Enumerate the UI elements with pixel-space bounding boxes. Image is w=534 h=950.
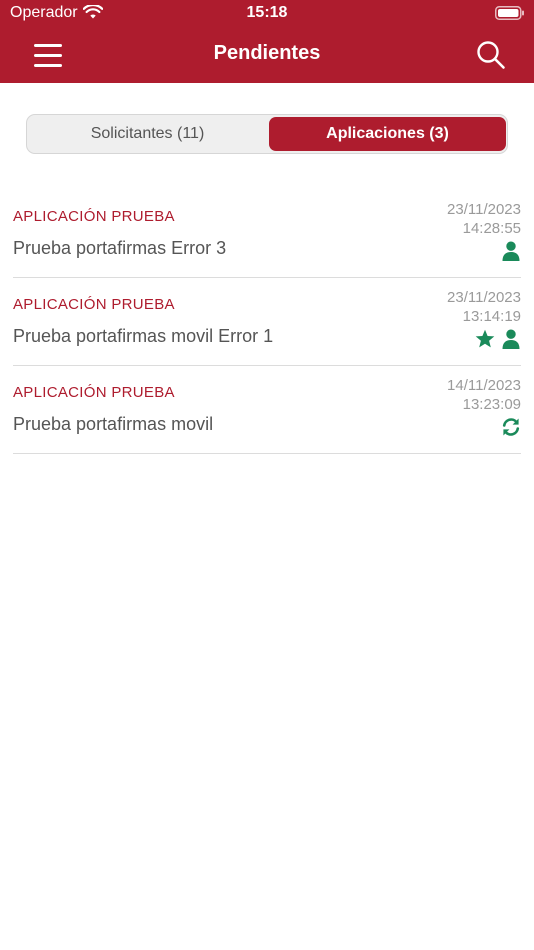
person-icon [502, 329, 520, 349]
battery-icon [495, 6, 524, 20]
request-status-icons [501, 416, 521, 438]
request-subject: Prueba portafirmas Error 3 [13, 238, 227, 258]
header: Operador 15:18 Pendientes [0, 0, 534, 83]
list-item[interactable]: APLICACIÓN PRUEBA Prueba portafirmas Err… [13, 190, 521, 278]
tab-aplicaciones[interactable]: Aplicaciones (3) [269, 117, 506, 151]
request-datetime: 23/11/2023 14:28:55 [447, 200, 521, 238]
list-item[interactable]: APLICACIÓN PRUEBA Prueba portafirmas mov… [13, 278, 521, 366]
clock: 15:18 [246, 4, 288, 21]
tab-solicitantes[interactable]: Solicitantes (11) [29, 117, 266, 151]
request-status-icons [501, 240, 521, 262]
nav-bar: Pendientes [0, 28, 534, 83]
application-name: APLICACIÓN PRUEBA [13, 208, 175, 225]
request-subject: Prueba portafirmas movil Error 1 [13, 326, 274, 346]
request-time: 13:23:09 [462, 396, 521, 413]
page-title: Pendientes [213, 42, 321, 64]
request-date: 14/11/2023 [447, 377, 521, 394]
request-datetime: 23/11/2023 13:14:19 [447, 288, 521, 326]
application-name: APLICACIÓN PRUEBA [13, 296, 175, 313]
star-icon [475, 329, 495, 348]
application-name: APLICACIÓN PRUEBA [13, 384, 175, 401]
list-item[interactable]: APLICACIÓN PRUEBA Prueba portafirmas mov… [13, 366, 521, 454]
request-datetime: 14/11/2023 13:23:09 [447, 376, 521, 414]
status-bar: Operador 15:18 [0, 0, 534, 28]
refresh-icon [502, 418, 520, 436]
search-icon[interactable] [476, 40, 506, 70]
request-status-icons [475, 328, 521, 350]
request-time: 13:14:19 [462, 308, 521, 325]
request-subject: Prueba portafirmas movil [13, 414, 214, 434]
request-list: APLICACIÓN PRUEBA Prueba portafirmas Err… [0, 190, 534, 454]
request-date: 23/11/2023 [447, 201, 521, 218]
request-date: 23/11/2023 [447, 289, 521, 306]
person-icon [502, 241, 520, 261]
request-time: 14:28:55 [462, 220, 521, 237]
tab-switcher: Solicitantes (11) Aplicaciones (3) [26, 114, 508, 154]
